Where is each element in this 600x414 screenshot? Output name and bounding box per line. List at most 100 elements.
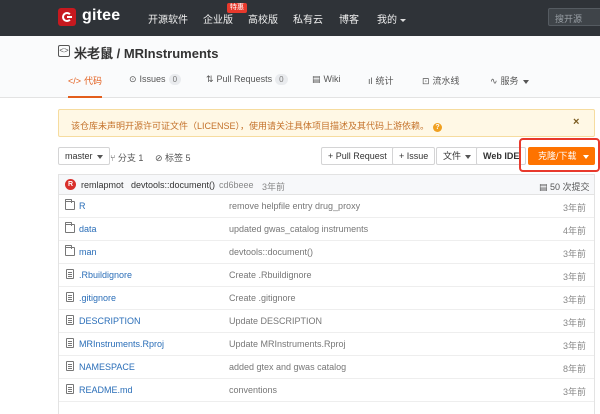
- nav-item-enterprise[interactable]: 企业版: [203, 11, 233, 26]
- top-nav: gitee 开源软件 企业版 特惠 高校版 私有云 博客 我的 搜开源: [0, 0, 600, 36]
- tag-icon: ⊘: [155, 153, 166, 163]
- tab-pipeline-label: 流水线: [432, 76, 460, 86]
- table-row[interactable]: README.md conventions 3年前: [59, 379, 594, 402]
- close-icon[interactable]: ×: [573, 116, 579, 128]
- tab-pull-requests-label: Pull Requests: [216, 74, 273, 84]
- file-icon: [66, 269, 74, 279]
- avatar[interactable]: R: [65, 179, 76, 190]
- file-icon: [66, 292, 74, 302]
- clone-download-button[interactable]: 克隆/下载: [528, 147, 595, 165]
- pull-request-icon: ⇅: [206, 74, 214, 84]
- commit-count-link[interactable]: ▤ 50 次提交: [539, 180, 590, 193]
- latest-commit-bar: R remlapmot devtools::document() cd6beee…: [59, 175, 594, 195]
- file-time: 3年前: [562, 203, 586, 213]
- file-commit-message[interactable]: Create .gitignore: [229, 293, 296, 303]
- wiki-icon: ▤: [312, 74, 321, 84]
- folder-icon: [65, 222, 75, 233]
- tab-code-label: 代码: [84, 76, 103, 86]
- tags-link[interactable]: ⊘ 标签 5: [155, 151, 191, 164]
- promo-badge: 特惠: [227, 3, 247, 13]
- commit-author[interactable]: remlapmot: [81, 180, 124, 190]
- file-commit-message[interactable]: Create .Rbuildignore: [229, 270, 312, 280]
- file-icon: [66, 384, 74, 394]
- file-name[interactable]: .gitignore: [79, 293, 116, 303]
- file-name[interactable]: NAMESPACE: [79, 362, 135, 372]
- file-name[interactable]: .Rbuildignore: [79, 270, 132, 280]
- new-pull-request-button[interactable]: + Pull Request: [321, 147, 394, 165]
- file-name[interactable]: README.md: [79, 385, 133, 395]
- commit-time: 3年前: [262, 182, 286, 192]
- file-commit-message[interactable]: conventions: [229, 385, 277, 395]
- license-notice: 该仓库未声明开源许可证文件（LICENSE），使用请关注具体项目描述及其代码上游…: [58, 109, 595, 137]
- repo-title[interactable]: 米老鼠 / MRInstruments: [74, 43, 218, 62]
- tab-issues[interactable]: ⊙ Issues 0: [129, 74, 182, 98]
- file-icon: [66, 315, 74, 325]
- nav-item-mine[interactable]: 我的: [377, 11, 406, 26]
- chevron-down-icon: [465, 154, 472, 159]
- tab-wiki-label: Wiki: [323, 74, 341, 84]
- tab-service-label: 服务: [500, 76, 519, 86]
- tags-label: 标签 5: [165, 153, 191, 163]
- file-time: 8年前: [562, 364, 586, 374]
- table-row[interactable]: .gitignore Create .gitignore 3年前: [59, 287, 594, 310]
- commits-icon: ▤: [539, 182, 551, 192]
- file-commit-message[interactable]: Update DESCRIPTION: [229, 316, 322, 326]
- file-commit-message[interactable]: updated gwas_catalog instruments: [229, 224, 368, 234]
- tab-stats[interactable]: ıl 统计: [368, 74, 394, 98]
- chevron-down-icon: [96, 154, 103, 159]
- branches-link[interactable]: ⑂ 分支 1: [110, 151, 143, 164]
- folder-icon: [65, 199, 75, 210]
- gitee-logo-icon[interactable]: [58, 8, 76, 26]
- repo-code-icon: <>: [58, 45, 70, 57]
- branch-icon: ⑂: [110, 153, 118, 163]
- file-name[interactable]: data: [79, 224, 97, 234]
- table-row[interactable]: MRInstruments.Rproj Update MRInstruments…: [59, 333, 594, 356]
- file-time: 3年前: [562, 295, 586, 305]
- table-row[interactable]: man devtools::document() 3年前: [59, 241, 594, 264]
- table-row[interactable]: data updated gwas_catalog instruments 4年…: [59, 218, 594, 241]
- service-icon: ∿: [490, 76, 498, 86]
- file-time: 3年前: [562, 387, 586, 397]
- tab-service[interactable]: ∿ 服务: [490, 74, 529, 98]
- tab-code[interactable]: </> 代码: [68, 74, 103, 98]
- file-commit-message[interactable]: devtools::document(): [229, 247, 313, 257]
- branch-select[interactable]: master: [58, 147, 110, 165]
- nav-item-private-cloud[interactable]: 私有云: [293, 11, 323, 26]
- tab-pipeline[interactable]: ⊡ 流水线: [422, 74, 460, 98]
- file-time: 3年前: [562, 272, 586, 282]
- nav-item-blog[interactable]: 博客: [339, 11, 359, 26]
- nav-item-education[interactable]: 高校版: [248, 11, 278, 26]
- table-row[interactable]: .Rbuildignore Create .Rbuildignore 3年前: [59, 264, 594, 287]
- brand-name[interactable]: gitee: [82, 7, 120, 25]
- new-issue-button[interactable]: + Issue: [392, 147, 436, 165]
- file-commit-message[interactable]: remove helpfile entry drug_proxy: [229, 201, 360, 211]
- nav-item-open-source[interactable]: 开源软件: [148, 11, 188, 26]
- chevron-down-icon: [400, 18, 406, 22]
- chevron-down-icon: [522, 79, 529, 84]
- file-icon: [66, 338, 74, 348]
- search-input[interactable]: 搜开源: [548, 8, 600, 26]
- file-name[interactable]: MRInstruments.Rproj: [79, 339, 164, 349]
- file-commit-message[interactable]: Update MRInstruments.Rproj: [229, 339, 346, 349]
- folder-icon: [65, 245, 75, 256]
- tab-issues-label: Issues: [139, 74, 166, 84]
- branches-label: 分支 1: [117, 153, 144, 163]
- tab-wiki[interactable]: ▤ Wiki: [312, 74, 341, 98]
- file-name[interactable]: DESCRIPTION: [79, 316, 141, 326]
- file-commit-message[interactable]: added gtex and gwas catalog: [229, 362, 346, 372]
- file-name[interactable]: R: [79, 201, 86, 211]
- file-table: R remlapmot devtools::document() cd6beee…: [58, 174, 595, 414]
- table-row[interactable]: NAMESPACE added gtex and gwas catalog 8年…: [59, 356, 594, 379]
- pipeline-icon: ⊡: [422, 76, 430, 86]
- chevron-down-icon: [582, 154, 589, 159]
- file-menu-button[interactable]: 文件: [436, 147, 479, 165]
- commit-message[interactable]: devtools::document(): [131, 180, 215, 190]
- file-menu-label: 文件: [443, 151, 462, 161]
- table-row[interactable]: R remove helpfile entry drug_proxy 3年前: [59, 195, 594, 218]
- tab-pull-requests[interactable]: ⇅ Pull Requests 0: [206, 74, 288, 98]
- help-icon[interactable]: ?: [433, 123, 443, 132]
- issue-icon: ⊙: [129, 74, 137, 84]
- table-row[interactable]: DESCRIPTION Update DESCRIPTION 3年前: [59, 310, 594, 333]
- file-name[interactable]: man: [79, 247, 97, 257]
- commit-sha[interactable]: cd6beee: [219, 180, 254, 190]
